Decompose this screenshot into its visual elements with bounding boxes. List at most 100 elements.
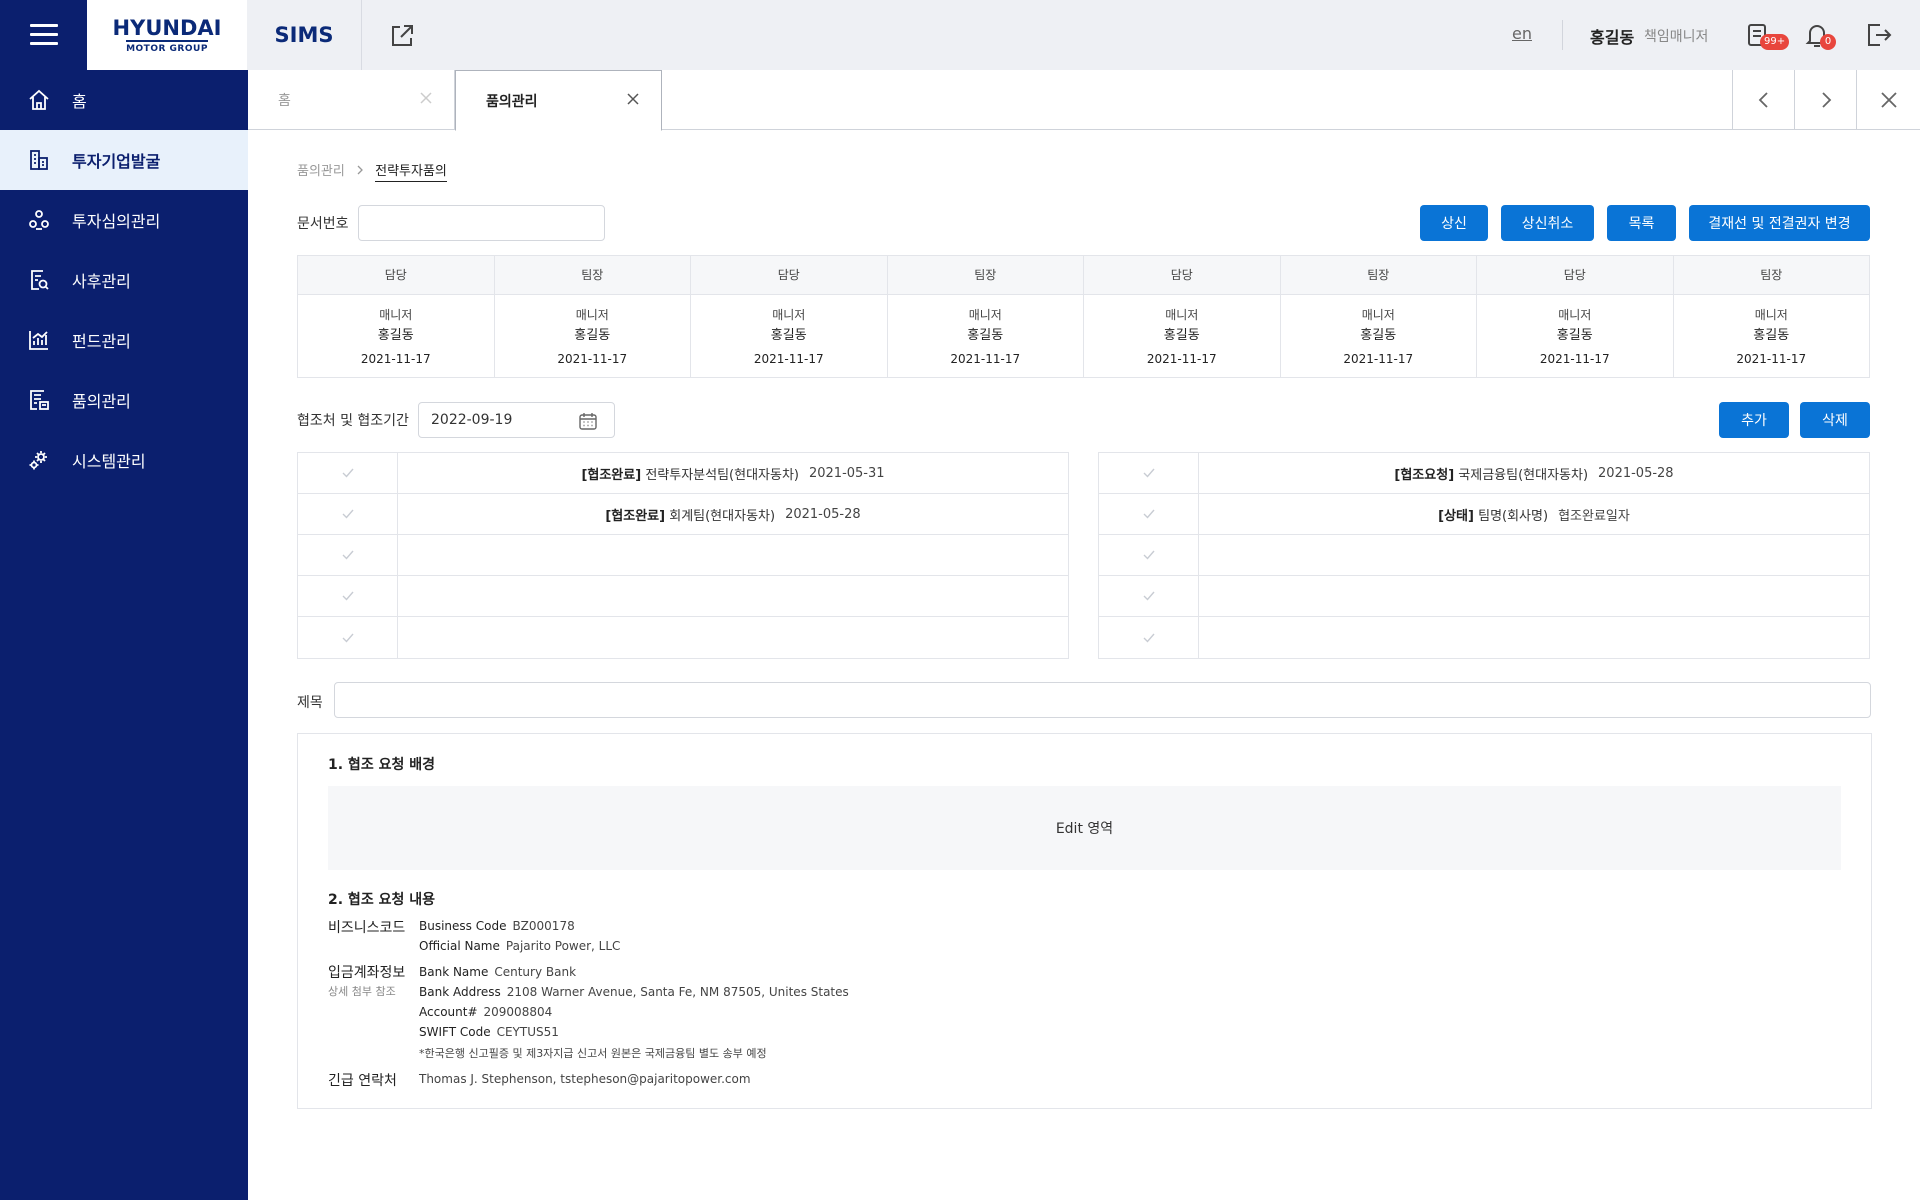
tab-approval-management[interactable]: 품의관리 [455, 70, 662, 131]
submit-button[interactable]: 상신 [1420, 205, 1488, 241]
sidebar-item-post-management[interactable]: 사후관리 [0, 250, 248, 310]
official-name-line: Official Name Pajarito Power, LLC [419, 939, 621, 953]
message-badge: 99+ [1760, 34, 1790, 50]
approval-name: 홍길동 [377, 328, 414, 343]
tab-bar: 홈 품의관리 [248, 70, 1920, 131]
coop-row: [협조완료] 전략투자분석팀(현대자동차) 2021-05-31 [298, 453, 1068, 494]
check-icon [342, 468, 354, 478]
coop-status: [협조완료] [605, 508, 666, 524]
tab-prev-button[interactable] [1732, 70, 1794, 130]
approval-role: 담당 [1084, 256, 1280, 295]
sidebar-item-investment-discovery[interactable]: 투자기업발굴 [0, 130, 248, 190]
approval-date: 2021-11-17 [1343, 352, 1414, 366]
sidebar-item-label: 투자기업발굴 [72, 152, 161, 171]
approval-name: 홍길동 [770, 328, 807, 343]
approval-date: 2021-11-17 [1539, 352, 1610, 366]
coop-status: [상태] [1438, 508, 1474, 524]
coop-checkbox[interactable] [1099, 453, 1199, 493]
approval-name: 홍길동 [1360, 328, 1397, 343]
chevron-left-icon [1758, 92, 1768, 108]
approval-name: 홍길동 [967, 328, 1004, 343]
approval-title: 매니저 [379, 308, 413, 322]
account-info-sub: 상세 첨부 참조 [328, 985, 396, 998]
coop-checkbox[interactable] [298, 617, 398, 658]
coop-row [1099, 617, 1869, 658]
coop-checkbox[interactable] [298, 535, 398, 575]
tab-next-button[interactable] [1794, 70, 1856, 130]
coop-team: 회계팀(현대자동차) [669, 508, 776, 524]
coop-date-input[interactable]: 2022-09-19 [418, 402, 615, 438]
tab-close-all-button[interactable] [1856, 70, 1920, 130]
logo-sub: MOTOR GROUP [126, 39, 208, 54]
breadcrumb: 품의관리 전략투자품의 [297, 160, 447, 182]
check-icon [1143, 591, 1155, 601]
calendar-icon[interactable] [578, 411, 598, 431]
approval-title: 매니저 [1754, 308, 1788, 322]
coop-list-left: [협조완료] 전략투자분석팀(현대자동차) 2021-05-31 [협조완료] 회… [297, 452, 1069, 659]
tab-home[interactable]: 홈 [248, 70, 455, 130]
coop-list-right: [협조요청] 국제금융팀(현대자동차) 2021-05-28 [상태] 팀명(회사… [1098, 452, 1870, 659]
hyundai-logo[interactable]: HYUNDAI MOTOR GROUP [87, 0, 247, 70]
add-coop-button[interactable]: 추가 [1719, 402, 1789, 438]
approval-role: 담당 [691, 256, 887, 295]
coop-team: 전략투자분석팀(현대자동차) [645, 467, 799, 483]
coop-checkbox[interactable] [298, 453, 398, 493]
change-approval-line-button[interactable]: 결재선 및 전결권자 변경 [1689, 205, 1870, 241]
sidebar-item-label: 품의관리 [72, 392, 131, 411]
user-name: 홍길동 [1590, 28, 1635, 47]
delete-coop-button[interactable]: 삭제 [1800, 402, 1870, 438]
sidebar-item-label: 사후관리 [72, 272, 131, 291]
check-icon [342, 633, 354, 643]
breadcrumb-parent[interactable]: 품의관리 [297, 164, 345, 179]
coop-date-value: 2022-09-19 [431, 412, 513, 428]
logout-icon[interactable] [1864, 21, 1892, 49]
close-icon [1880, 92, 1897, 108]
hamburger-icon [29, 24, 58, 46]
sidebar-item-system-management[interactable]: 시스템관리 [0, 430, 248, 490]
external-link-icon[interactable] [388, 22, 416, 50]
approval-role: 팀장 [494, 256, 690, 295]
close-icon[interactable] [418, 90, 434, 106]
coop-checkbox[interactable] [298, 576, 398, 616]
edit-area[interactable]: Edit 영역 [328, 786, 1841, 870]
approval-title: 매니저 [1165, 308, 1199, 322]
cancel-submit-button[interactable]: 상신취소 [1501, 205, 1594, 241]
check-icon [342, 591, 354, 601]
tab-label: 품의관리 [486, 94, 538, 110]
coop-checkbox[interactable] [1099, 617, 1199, 658]
sidebar-item-home[interactable]: 홈 [0, 70, 248, 130]
coop-row: [협조완료] 회계팀(현대자동차) 2021-05-28 [298, 494, 1068, 535]
coop-status: [협조완료] [581, 467, 642, 483]
coop-checkbox[interactable] [1099, 576, 1199, 616]
coop-row [298, 617, 1068, 658]
close-icon[interactable] [625, 91, 641, 107]
top-header: HYUNDAI MOTOR GROUP SIMS en 홍길동 책임매니저 99… [0, 0, 1920, 70]
sidebar-item-approval-management[interactable]: 품의관리 [0, 370, 248, 430]
coop-checkbox[interactable] [1099, 494, 1199, 534]
coop-date: 2021-05-28 [1598, 465, 1674, 481]
doc-number-input[interactable] [358, 205, 605, 241]
approval-name: 홍길동 [1753, 328, 1790, 343]
account-info-label: 입금계좌정보 [328, 965, 406, 981]
emergency-contact-value: Thomas J. Stephenson, tstepheson@pajarit… [419, 1072, 751, 1086]
approval-date: 2021-11-17 [1146, 352, 1217, 366]
coop-checkbox[interactable] [1099, 535, 1199, 575]
coop-checkbox[interactable] [298, 494, 398, 534]
approval-role: 담당 [298, 256, 494, 295]
sidebar-item-label: 홈 [72, 92, 87, 111]
header-divider [1562, 20, 1563, 50]
approval-date: 2021-11-17 [557, 352, 628, 366]
approval-column: 담당 매니저 홍길동 2021-11-17 [691, 256, 888, 377]
approval-line-grid: 담당 매니저 홍길동 2021-11-17 팀장 매니저 홍길동 2021-11-17 … [297, 255, 1870, 378]
language-toggle[interactable]: en [1512, 24, 1532, 43]
coop-date: 2021-05-28 [785, 506, 861, 522]
people-network-icon [29, 210, 49, 230]
list-button[interactable]: 목록 [1607, 205, 1676, 241]
hamburger-menu-button[interactable] [0, 0, 87, 70]
sidebar-item-investment-review[interactable]: 투자심의관리 [0, 190, 248, 250]
sidebar-item-label: 투자심의관리 [72, 212, 161, 231]
subject-input[interactable] [334, 682, 1871, 718]
sidebar: 홈 투자기업발굴 투자심의관리 사후관리 펀드관리 품의관리 시스템관리 [0, 70, 248, 1200]
coop-row [298, 535, 1068, 576]
sidebar-item-fund-management[interactable]: 펀드관리 [0, 310, 248, 370]
